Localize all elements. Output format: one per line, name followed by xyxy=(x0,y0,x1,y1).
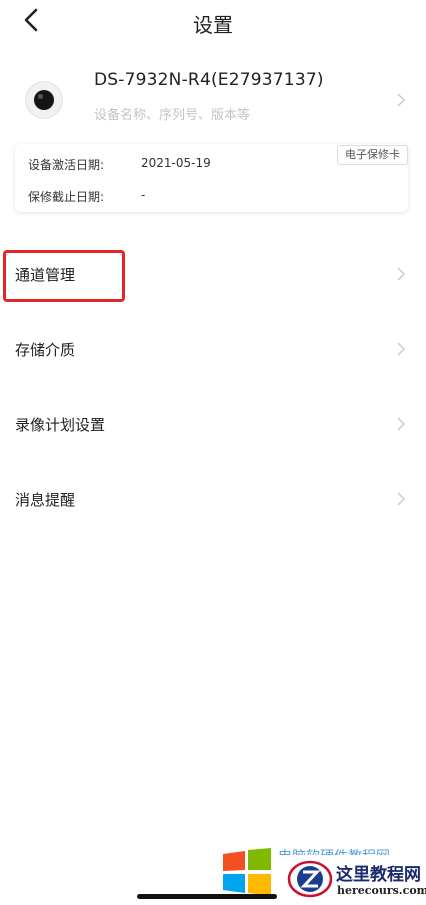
warranty-end-label: 保修截止日期: xyxy=(28,190,105,204)
device-info-row[interactable]: DS-7932N-R4(E27937137) 设备名称、序列号、版本等 xyxy=(0,64,426,138)
chevron-right-icon xyxy=(397,342,406,356)
chevron-right-icon xyxy=(397,417,406,431)
chevron-right-icon xyxy=(397,267,406,281)
watermark-overline: 电脑软硬件教程网 xyxy=(278,846,390,855)
menu-item-recording-schedule[interactable]: 录像计划设置 xyxy=(0,402,426,446)
activation-date-label: 设备激活日期: xyxy=(28,158,105,172)
watermark-url: herecours.com xyxy=(337,884,426,897)
page-title: 设置 xyxy=(193,13,233,37)
highlight-annotation xyxy=(3,250,125,302)
chevron-right-icon xyxy=(397,93,406,107)
menu-label: 存储介质 xyxy=(15,341,76,359)
watermark-title: 这里教程网 xyxy=(336,865,421,885)
top-bar: 设置 xyxy=(0,0,426,44)
camera-icon xyxy=(26,82,62,118)
menu-label: 消息提醒 xyxy=(15,491,76,509)
device-name: DS-7932N-R4(E27937137) xyxy=(94,70,324,90)
warranty-end-value: - xyxy=(141,188,146,202)
menu-item-storage-media[interactable]: 存储介质 xyxy=(0,327,426,371)
home-indicator[interactable] xyxy=(137,894,277,899)
e-warranty-card-button[interactable]: 电子保修卡 xyxy=(337,145,408,165)
z-emblem-icon xyxy=(287,860,333,898)
device-subtitle: 设备名称、序列号、版本等 xyxy=(94,108,251,123)
windows-logo-icon xyxy=(223,848,271,896)
chevron-right-icon xyxy=(397,492,406,506)
warranty-card: 电子保修卡 设备激活日期: 2021-05-19 保修截止日期: - xyxy=(15,144,408,212)
menu-label: 录像计划设置 xyxy=(15,416,106,434)
activation-date-value: 2021-05-19 xyxy=(141,156,211,170)
menu-item-message-alerts[interactable]: 消息提醒 xyxy=(0,477,426,521)
